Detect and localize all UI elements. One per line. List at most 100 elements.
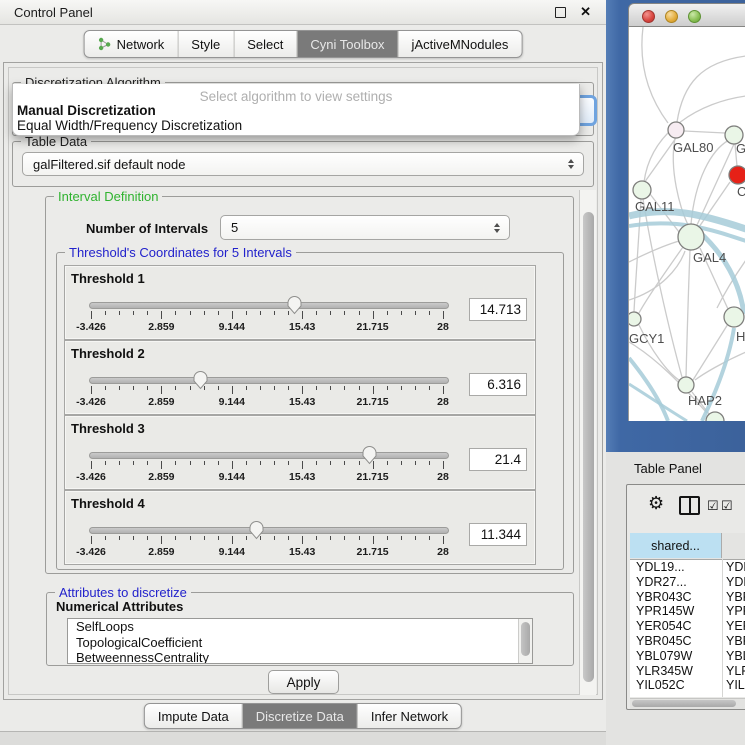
column-header-shared[interactable]: shared... — [630, 533, 722, 558]
attribute-list-item[interactable]: TopologicalCoefficient — [68, 635, 532, 651]
cell-name: YBR0 — [726, 590, 745, 604]
node-label: GA — [736, 141, 745, 156]
slider-track[interactable] — [89, 377, 449, 384]
cell-shared-name: YPR145W — [636, 604, 718, 618]
split-view-icon[interactable] — [679, 496, 700, 515]
control-panel-window: Control Panel ✕ NetworkStyleSelectCyni T… — [0, 0, 607, 732]
table-hscrollbar-thumb[interactable] — [632, 700, 736, 707]
tab-discretize-data[interactable]: Discretize Data — [242, 704, 357, 728]
float-window-icon[interactable] — [555, 7, 566, 18]
table-row[interactable]: YBL079WYBL0 — [630, 649, 745, 664]
panel-scrollbar-thumb[interactable] — [583, 212, 594, 682]
tab-infer-network[interactable]: Infer Network — [357, 704, 461, 728]
network-node-hap2[interactable] — [678, 377, 694, 393]
tick-label: 9.144 — [204, 471, 260, 483]
threshold-value-field[interactable]: 14.713 — [469, 298, 527, 321]
tab-cyni-toolbox[interactable]: Cyni Toolbox — [296, 31, 397, 57]
slider-handle[interactable] — [361, 444, 378, 465]
slider-handle[interactable] — [248, 519, 265, 540]
cell-shared-name: YBL079W — [636, 649, 718, 663]
tab-style[interactable]: Style — [177, 31, 233, 57]
table-panel-dock: Table Panel ⚙ ☑ ☑ shared...n YDL19...YDL… — [606, 452, 745, 745]
table-row[interactable]: YDR27... YDR2 — [630, 575, 745, 590]
tick-label: 2.859 — [133, 546, 189, 558]
thresholds-group-title: Threshold's Coordinates for 5 Intervals — [65, 245, 296, 260]
tick-label: -3.426 — [63, 321, 119, 333]
network-node-gal80[interactable] — [668, 122, 684, 138]
network-window-titlebar[interactable] — [628, 3, 745, 27]
table-header-row: shared...n — [630, 533, 745, 560]
checkbox-icon[interactable]: ☑ — [721, 498, 733, 514]
algorithm-option-equal-width-frequency-discretization[interactable]: Equal Width/Frequency Discretization — [17, 118, 242, 133]
table-hscrollbar[interactable] — [630, 698, 745, 709]
network-edge — [642, 27, 668, 123]
algorithm-option-manual-discretization[interactable]: Manual Discretization — [17, 103, 156, 118]
number-of-intervals-combo[interactable]: 5 — [220, 215, 510, 240]
table-row[interactable]: YIL052CYIL0 — [630, 678, 745, 693]
interval-definition-title: Interval Definition — [54, 189, 162, 204]
tick-label: 15.43 — [274, 471, 330, 483]
numerical-attributes-list: SelfLoopsTopologicalCoefficientBetweenne… — [67, 618, 533, 664]
threshold-label: Threshold 2 — [71, 346, 145, 361]
table-row[interactable]: YPR145WYPR1 — [630, 604, 745, 619]
table-data-combo[interactable]: galFiltered.sif default node — [22, 152, 584, 176]
threshold-label: Threshold 4 — [71, 496, 145, 511]
cell-shared-name: YBR045C — [636, 634, 718, 648]
gear-icon[interactable]: ⚙ — [648, 493, 664, 514]
panel-scrollbar[interactable] — [579, 190, 596, 695]
attribute-list-item[interactable]: SelfLoops — [68, 619, 532, 635]
column-header-n[interactable]: n — [722, 533, 745, 558]
table-row[interactable]: YLR345WYLR3 — [630, 664, 745, 679]
slider-handle[interactable] — [192, 369, 209, 390]
network-canvas[interactable]: GAL80GACGAL11GAL4GCY1HHAP2 — [628, 27, 745, 421]
tick-label: 2.859 — [133, 471, 189, 483]
slider-track[interactable] — [89, 527, 449, 534]
tick-label: 9.144 — [204, 396, 260, 408]
table-panel-window: ⚙ ☑ ☑ shared...n YDL19...YDL1YDR27...YDR… — [626, 484, 745, 710]
minimize-light-yellow-icon[interactable] — [665, 10, 678, 23]
apply-button[interactable]: Apply — [268, 670, 339, 694]
combo-spinner-icon[interactable] — [494, 223, 500, 233]
slider-track[interactable] — [89, 302, 449, 309]
checkbox-icon[interactable]: ☑ — [707, 498, 719, 514]
table-row[interactable]: YBR043CYBR0 — [630, 590, 745, 605]
network-node-gal4[interactable] — [678, 224, 704, 250]
tick-label: 15.43 — [274, 321, 330, 333]
close-icon[interactable]: ✕ — [580, 4, 591, 20]
attribute-list-item[interactable]: BetweennessCentrality — [68, 650, 532, 664]
combo-spinner-icon[interactable] — [568, 159, 574, 169]
network-node-gcy1[interactable] — [629, 312, 641, 326]
threshold-value-field[interactable]: 11.344 — [469, 523, 527, 546]
tick-label: 9.144 — [204, 321, 260, 333]
cell-name: YDR2 — [726, 575, 745, 589]
algorithm-prompt: Select algorithm to view settings — [13, 89, 579, 104]
slider-ticks — [91, 461, 443, 470]
slider-track[interactable] — [89, 452, 449, 459]
threshold-value-field[interactable]: 6.316 — [469, 373, 527, 396]
list-scrollbar[interactable] — [518, 619, 532, 663]
close-light-red-icon[interactable] — [642, 10, 655, 23]
node-label: C — [737, 184, 745, 199]
tab-impute-data[interactable]: Impute Data — [145, 704, 242, 728]
slider-handle[interactable] — [286, 294, 303, 315]
tick-label: 15.43 — [274, 546, 330, 558]
bottom-tab-bar: Impute Data Discretize Data Infer Network — [144, 703, 462, 729]
network-node-c[interactable] — [729, 166, 745, 184]
zoom-light-green-icon[interactable] — [688, 10, 701, 23]
tab-label: Discretize Data — [256, 709, 344, 724]
threshold-row-1: Threshold 1-3.4262.8599.14415.4321.71528… — [64, 265, 536, 340]
network-node-h[interactable] — [724, 307, 744, 327]
tab-network[interactable]: Network — [85, 31, 178, 57]
threshold-row-4: Threshold 4-3.4262.8599.14415.4321.71528… — [64, 490, 536, 565]
table-row[interactable]: YBR045CYBR0 — [630, 634, 745, 649]
table-row[interactable]: YDL19...YDL1 — [630, 560, 745, 575]
network-edge — [684, 131, 725, 133]
table-row[interactable]: YER054CYER0 — [630, 619, 745, 634]
tab-label: Style — [191, 37, 220, 52]
cell-name: YDL1 — [726, 560, 745, 574]
cell-shared-name: YDR27... — [636, 575, 718, 589]
network-node-gal11[interactable] — [633, 181, 651, 199]
threshold-value-field[interactable]: 21.4 — [469, 448, 527, 471]
tab-jactivemnodules[interactable]: jActiveMNodules — [398, 31, 522, 57]
tab-select[interactable]: Select — [233, 31, 296, 57]
